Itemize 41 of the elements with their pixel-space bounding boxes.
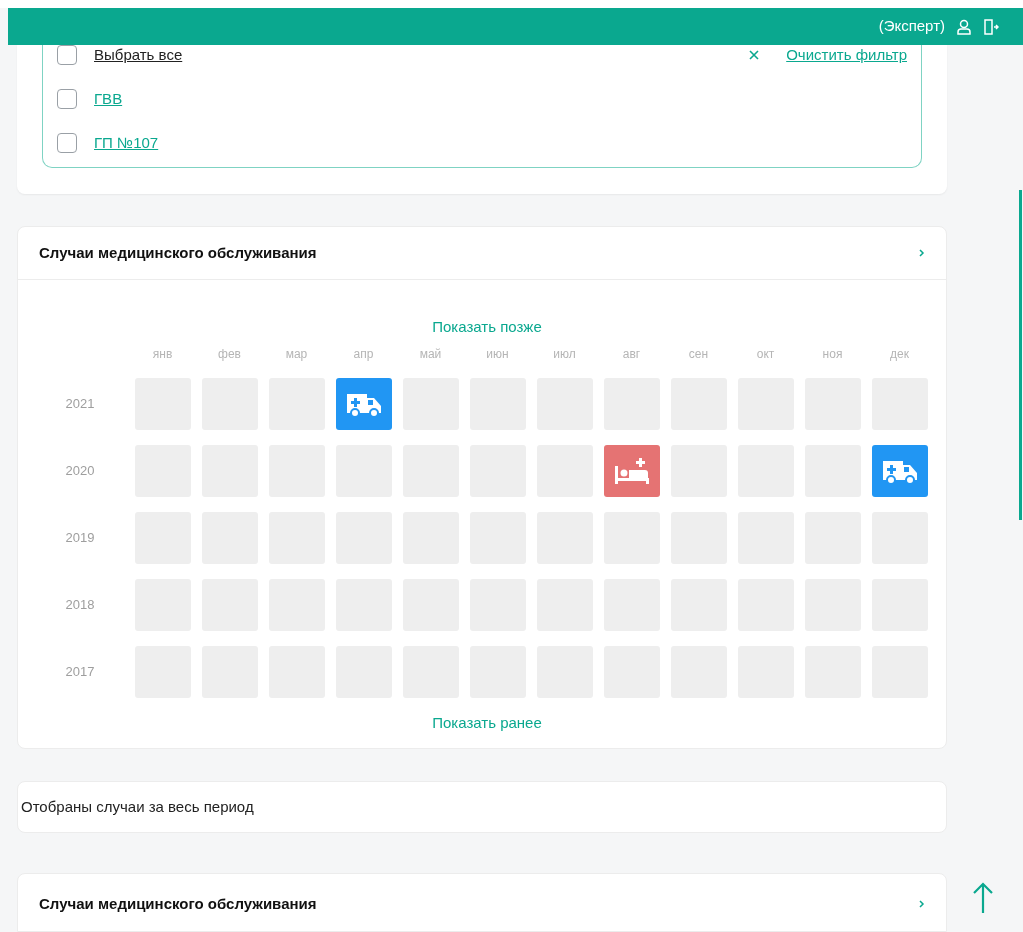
checkbox[interactable] [57, 133, 77, 153]
ambulance-case-tile[interactable] [871, 444, 928, 497]
month-label: май [418, 345, 443, 363]
clear-filter-link[interactable]: Очистить фильтр [786, 43, 907, 67]
select-all-label[interactable]: Выбрать все [94, 43, 183, 67]
year-label: 2021 [64, 394, 96, 413]
year-label: 2019 [64, 528, 96, 547]
month-label: ноя [821, 345, 844, 363]
show-earlier-link[interactable]: Показать ранее [432, 711, 542, 734]
chevron-right-icon[interactable] [919, 900, 925, 909]
month-label: дек [889, 345, 910, 363]
month-label: окт [755, 345, 776, 363]
show-later-link[interactable]: Показать позже [432, 316, 542, 339]
period-note: Отобраны случаи за весь период [21, 796, 254, 817]
chevron-right-icon[interactable] [919, 249, 925, 257]
scrollbar[interactable] [1019, 190, 1022, 520]
hospital-case-tile[interactable] [603, 444, 660, 497]
year-label: 2020 [64, 461, 96, 480]
month-label: авг [621, 345, 642, 363]
month-label: июн [485, 345, 510, 363]
logout-icon[interactable] [983, 18, 999, 35]
month-label: янв [151, 345, 174, 363]
user-icon[interactable] [957, 18, 971, 35]
close-icon[interactable] [748, 49, 761, 61]
checkbox[interactable] [57, 89, 77, 109]
year-label: 2018 [64, 595, 96, 614]
month-label: сен [687, 345, 710, 363]
filter-option-link[interactable]: ГП №107 [94, 131, 159, 155]
section-title: Случаи медицинского обслуживания [39, 242, 317, 263]
user-role: (Эксперт) [878, 16, 945, 37]
filter-option-link[interactable]: ГВВ [94, 87, 123, 111]
year-label: 2017 [64, 662, 96, 681]
month-label: мар [284, 345, 309, 363]
month-label: фев [217, 345, 242, 363]
section-title: Случаи медицинского обслуживания [39, 894, 317, 914]
month-label: апр [352, 345, 375, 363]
ambulance-case-tile[interactable] [335, 377, 392, 430]
month-label: июл [552, 345, 577, 363]
scroll-to-top-icon[interactable] [972, 882, 994, 914]
checkbox[interactable] [57, 45, 77, 65]
hospital-bed-icon [612, 455, 651, 486]
